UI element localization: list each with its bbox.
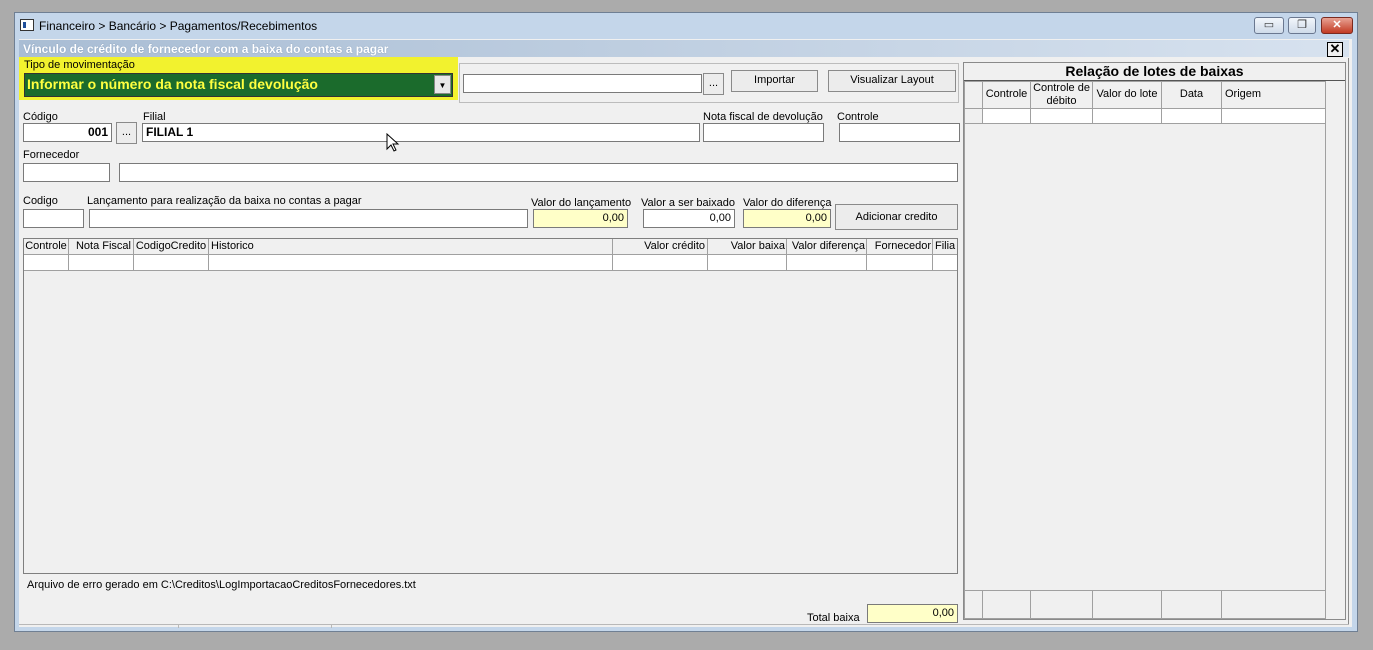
lotes-col-origem[interactable]: Origem xyxy=(1225,87,1323,102)
filial-field[interactable]: FILIAL 1 xyxy=(142,123,700,142)
lotes-title: Relação de lotes de baixas xyxy=(1065,63,1244,79)
filial-label: Filial xyxy=(143,111,166,123)
status-bar-divider xyxy=(178,624,179,628)
codigo-lookup-button[interactable]: ... xyxy=(116,122,137,144)
grid-divider xyxy=(1030,590,1031,619)
creditos-grid-row[interactable] xyxy=(24,255,957,270)
chevron-down-icon[interactable]: ▼ xyxy=(434,75,451,94)
tipo-movimentacao-value: Informar o número da nota fiscal devoluç… xyxy=(27,76,318,92)
lotes-col-controle[interactable]: Controle xyxy=(983,87,1030,102)
valor-baixar-field[interactable]: 0,00 xyxy=(643,209,735,228)
fornecedor-name-field[interactable] xyxy=(119,163,958,182)
scrollbar-edge xyxy=(1348,58,1349,624)
total-baixa-field[interactable]: 0,00 xyxy=(867,604,958,623)
grid-divider xyxy=(964,123,1326,124)
minimize-button[interactable]: ▭ xyxy=(1254,17,1284,34)
visualizar-layout-button[interactable]: Visualizar Layout xyxy=(828,70,956,92)
grid-divider xyxy=(208,239,209,270)
codigo-field[interactable]: 001 xyxy=(23,123,112,142)
window-close-button[interactable]: ✕ xyxy=(1321,17,1353,34)
codigo-label: Código xyxy=(23,111,58,123)
grid-divider xyxy=(24,270,957,271)
col-header-nota-fiscal[interactable]: Nota Fiscal xyxy=(69,239,133,254)
col-header-controle[interactable]: Controle xyxy=(24,239,68,254)
valor-diferenca-label: Valor do diferença xyxy=(743,197,832,209)
valor-lancamento-label: Valor do lançamento xyxy=(531,197,632,209)
adicionar-credito-button[interactable]: Adicionar credito xyxy=(835,204,958,230)
lotes-grid[interactable] xyxy=(964,81,1326,619)
lotes-col-controle-debito[interactable]: Controle de débito xyxy=(1031,81,1092,108)
col-header-valor-baixa[interactable]: Valor baixa xyxy=(708,239,786,254)
grid-divider xyxy=(1092,590,1093,619)
lotes-col-valor-lote[interactable]: Valor do lote xyxy=(1093,87,1161,102)
col-header-codigo-credito[interactable]: CodigoCredito xyxy=(134,239,208,254)
grid-divider xyxy=(1221,81,1222,123)
col-header-valor-credito[interactable]: Valor crédito xyxy=(613,239,707,254)
valor-lancamento-field[interactable]: 0,00 xyxy=(533,209,628,228)
nota-fiscal-devolucao-field[interactable] xyxy=(703,123,824,142)
col-header-valor-diferenca[interactable]: Valor diferença xyxy=(787,239,866,254)
form-close-button[interactable]: ✕ xyxy=(1327,42,1343,57)
grid-divider xyxy=(982,590,983,619)
nota-fiscal-devolucao-label: Nota fiscal de devolução xyxy=(703,111,823,123)
lancamento-label: Lançamento para realização da baixa no c… xyxy=(87,195,362,207)
grid-divider xyxy=(1161,590,1162,619)
browse-file-button[interactable]: ... xyxy=(703,73,724,95)
lotes-col-data[interactable]: Data xyxy=(1162,87,1221,102)
lancamento-field[interactable] xyxy=(89,209,528,228)
import-file-input[interactable] xyxy=(463,74,702,93)
col-header-fornecedor[interactable]: Fornecedor xyxy=(867,239,932,254)
valor-baixar-label: Valor a ser baixado xyxy=(641,197,735,209)
app-window-icon xyxy=(20,19,34,31)
col-header-historico[interactable]: Historico xyxy=(211,239,611,254)
valor-diferenca-field[interactable]: 0,00 xyxy=(743,209,831,228)
error-log-message: Arquivo de erro gerado em C:\Creditos\Lo… xyxy=(27,579,416,591)
status-bar-divider xyxy=(331,624,332,628)
codigo-lancamento-field[interactable] xyxy=(23,209,84,228)
window-title: Financeiro > Bancário > Pagamentos/Receb… xyxy=(39,19,318,33)
form-title: Vínculo de crédito de fornecedor com a b… xyxy=(23,42,389,56)
creditos-grid[interactable] xyxy=(23,238,958,574)
grid-divider xyxy=(1325,81,1326,123)
fornecedor-label: Fornecedor xyxy=(23,149,80,161)
lotes-footer-divider xyxy=(964,590,1326,591)
tipo-movimentacao-label: Tipo de movimentação xyxy=(24,59,135,71)
restore-button[interactable]: ❐ xyxy=(1288,17,1316,34)
mouse-pointer-icon xyxy=(386,133,400,152)
grid-divider xyxy=(964,108,1326,109)
controle-label: Controle xyxy=(837,111,879,123)
codigo-lancamento-label: Codigo xyxy=(23,195,58,207)
lotes-grid-row[interactable] xyxy=(983,109,1325,123)
grid-divider xyxy=(932,239,933,270)
controle-field[interactable] xyxy=(839,123,960,142)
status-bar-divider xyxy=(19,624,1349,625)
grid-divider xyxy=(1221,590,1222,619)
fornecedor-code-field[interactable] xyxy=(23,163,110,182)
import-button[interactable]: Importar xyxy=(731,70,818,92)
grid-divider xyxy=(24,254,957,255)
col-header-filial[interactable]: Filia xyxy=(935,239,957,254)
total-baixa-label: Total baixa xyxy=(807,612,860,624)
